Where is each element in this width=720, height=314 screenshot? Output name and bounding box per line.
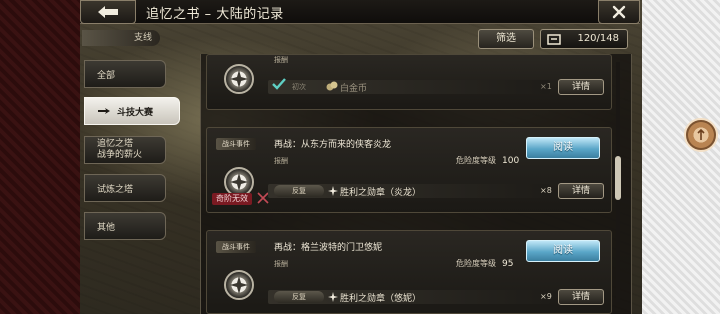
count-box: 120/148 — [540, 29, 628, 49]
box-icon — [547, 34, 561, 45]
repeat-label: 反复 — [274, 291, 324, 303]
reward-name: 白金币 — [340, 84, 368, 94]
danger-level: 危险度等级 95 — [456, 259, 514, 269]
repeat-label: 初次 — [292, 83, 306, 91]
sidebar-item-all[interactable]: 全部 — [84, 60, 166, 88]
sidebar-item-label-line1: 追忆之塔 — [97, 139, 134, 149]
sidebar-item-label-line2: 战争的薪火 — [97, 150, 143, 160]
reward-quantity: ×9 — [540, 292, 552, 301]
repeat-label: 反复 — [274, 185, 324, 197]
event-type-tag: 战斗事件 — [216, 138, 256, 150]
reward-name: 胜利之勋章（炎龙） — [340, 188, 422, 198]
reward-label: 报酬 — [274, 260, 288, 268]
coin-icon — [326, 81, 338, 91]
background-right — [640, 0, 720, 314]
rune-icon — [697, 129, 705, 140]
reward-quantity: ×8 — [540, 186, 552, 195]
medal-star-icon — [328, 292, 338, 302]
reward-label: 报酬 — [274, 157, 288, 165]
danger-level-value: 100 — [502, 156, 520, 166]
count-value: 120/148 — [577, 33, 619, 44]
reward-label: 报酬 — [274, 56, 288, 64]
close-icon — [612, 5, 626, 19]
read-button[interactable]: 阅读 — [526, 240, 600, 262]
page-title: 追忆之书 – 大陆的记录 — [146, 7, 284, 22]
sidebar-item-arena[interactable]: 斗技大赛 — [84, 97, 180, 125]
danger-level-value: 95 — [502, 259, 514, 269]
back-button[interactable] — [80, 0, 136, 24]
sidebar-item-trial-tower[interactable]: 试炼之塔 — [84, 174, 166, 202]
detail-button[interactable]: 详情 — [558, 289, 604, 305]
compass-medal-icon — [224, 64, 254, 94]
event-type-tag: 战斗事件 — [216, 241, 256, 253]
event-title: 再战：格兰波特的门卫悠妮 — [274, 243, 383, 253]
detail-button[interactable]: 详情 — [558, 183, 604, 199]
sidebar-item-label: 试炼之塔 — [97, 184, 134, 195]
sidebar-item-other[interactable]: 其他 — [84, 212, 166, 240]
sidebar-item-memory-tower[interactable]: 追忆之塔 战争的薪火 — [84, 136, 166, 164]
pointing-hand-icon — [98, 108, 110, 114]
sidebar-item-label: 斗技大赛 — [117, 107, 154, 118]
floating-action-button[interactable] — [684, 118, 718, 152]
scrollbar-thumb[interactable] — [615, 156, 621, 200]
close-button[interactable] — [598, 0, 640, 24]
sidebar-item-label: 其他 — [97, 222, 116, 233]
medal-star-icon — [328, 186, 338, 196]
read-button[interactable]: 阅读 — [526, 137, 600, 159]
reward-row — [268, 80, 550, 94]
check-icon — [272, 78, 286, 90]
detail-button[interactable]: 详情 — [558, 79, 604, 95]
arrow-left-icon — [98, 6, 118, 18]
branch-label: 支线 — [82, 30, 160, 46]
sidebar-item-label: 全部 — [97, 70, 116, 81]
compass-medal-icon — [224, 270, 254, 300]
filter-button[interactable]: 筛选 — [478, 29, 534, 49]
event-title: 再战：从东方而来的侠客炎龙 — [274, 140, 392, 150]
reward-name: 胜利之勋章（悠妮） — [340, 294, 422, 304]
status-badge: 奇阶无效 — [212, 193, 252, 205]
danger-level: 危险度等级 100 — [456, 156, 520, 166]
reward-quantity: ×1 — [540, 82, 552, 91]
